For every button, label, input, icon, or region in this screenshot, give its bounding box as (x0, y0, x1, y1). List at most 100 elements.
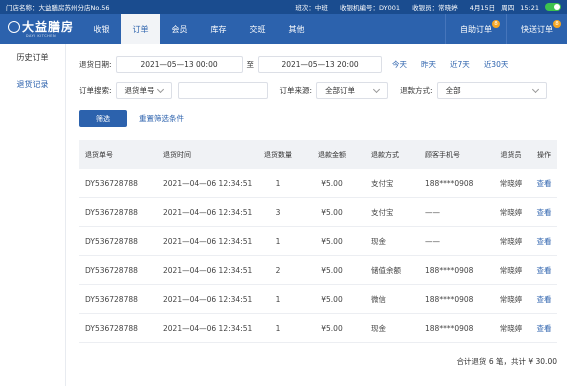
cell-quantity: 1 (275, 294, 281, 304)
self-order-badge: 8 (492, 20, 500, 28)
cell-return-time: 2021—04—06 12:34:51 (163, 323, 253, 333)
cell-phone: —— (425, 207, 440, 217)
start-date-input[interactable]: 2021—05—13 00:00 (115, 56, 243, 73)
cell-phone: 188****0908 (425, 178, 474, 188)
search-type-value: 退货单号 (124, 86, 155, 95)
cell-phone: 188****0908 (425, 265, 474, 275)
filter-button[interactable]: 筛选 (79, 110, 127, 127)
cell-operator: 常晓婷 (499, 207, 523, 217)
terminal-id: 收银机编号：DY001 (340, 4, 401, 12)
end-date-input[interactable]: 2021—05—13 20:00 (258, 56, 383, 73)
cell-view-link[interactable]: 查看 (531, 236, 557, 247)
quick-last-30-days[interactable]: 近30天 (484, 59, 509, 70)
cell-return-time: 2021—04—06 12:34:51 (163, 207, 253, 217)
header-return-time: 退货时间 (163, 150, 191, 159)
cell-operator: 常晓婷 (499, 294, 523, 304)
order-search-input[interactable] (177, 82, 268, 99)
online-toggle[interactable] (545, 3, 561, 11)
cell-amount: ¥5.00 (321, 294, 343, 304)
sidebar-item[interactable]: 退货记录 (0, 71, 65, 98)
weekday: 周四 (501, 4, 515, 12)
nav-tab[interactable]: 交班 (238, 14, 277, 44)
top-status-bar: 门店名称：大益膳房苏州分店No.56 班次：中班 收银机编号：DY001 收银员… (0, 0, 567, 14)
cell-view-link[interactable]: 查看 (531, 265, 557, 276)
shift-info: 班次：中班 收银机编号：DY001 收银员：常晓婷 4月15日 周四 15:21 (285, 2, 539, 12)
refund-method-value: 全部 (445, 86, 461, 95)
store-name: 门店名称：大益膳房苏州分店No.56 (6, 4, 110, 12)
chevron-down-icon (156, 85, 164, 93)
sidebar-item[interactable]: 历史订单 (0, 44, 65, 71)
returns-table: 退货单号 退货时间 退货数量 退款金额 退款方式 顾客手机号 退货员 操作 DY… (79, 140, 557, 343)
nav-tab[interactable]: 库存 (199, 14, 238, 44)
order-source-value: 全部订单 (325, 86, 356, 95)
header-method: 退款方式 (371, 150, 399, 159)
cell-return-no: DY536728788 (85, 236, 138, 246)
table-row: DY536728788 2021—04—06 12:34:51 1 ¥5.00 现金 ——… (79, 227, 557, 256)
shift: 班次：中班 (295, 4, 328, 12)
cell-return-no: DY536728788 (85, 178, 138, 188)
refund-method-label: 退款方式: (400, 86, 433, 95)
cell-return-time: 2021—04—06 12:34:51 (163, 236, 253, 246)
self-order-button[interactable]: 自助订单 8 (445, 14, 506, 44)
cell-view-link[interactable]: 查看 (531, 207, 557, 218)
cell-quantity: 1 (275, 236, 281, 246)
cell-amount: ¥5.00 (321, 178, 343, 188)
quick-yesterday[interactable]: 昨天 (421, 59, 436, 70)
table-row: DY536728788 2021—04—06 12:34:51 1 ¥5.00 支付宝 1… (79, 169, 557, 198)
date-range-separator: 至 (246, 60, 255, 69)
cell-method: 支付宝 (371, 178, 394, 188)
self-order-label: 自助订单 (460, 24, 492, 34)
logo-cn: 大益膳房 (21, 19, 74, 34)
delivery-order-button[interactable]: 快送订单 8 (506, 14, 567, 44)
chevron-down-icon (373, 85, 381, 93)
cell-amount: ¥5.00 (321, 207, 343, 217)
quick-today[interactable]: 今天 (392, 59, 407, 70)
cell-method: 支付宝 (371, 207, 394, 217)
quick-last-7-days[interactable]: 近7天 (450, 59, 470, 70)
cell-quantity: 2 (275, 265, 281, 275)
header-operator: 退货员 (500, 150, 522, 159)
header-amount: 退款金额 (318, 150, 346, 159)
table-row: DY536728788 2021—04—06 12:34:51 1 ¥5.00 微信 18… (79, 285, 557, 314)
order-source-label: 订单来源: (279, 86, 313, 95)
chevron-down-icon (531, 85, 539, 93)
returns-summary: 合计退货 6 笔，共计 ¥ 30.00 (456, 357, 557, 366)
table-row: DY536728788 2021—04—06 12:34:51 3 ¥5.00 支付宝 —… (79, 198, 557, 227)
order-source-select[interactable]: 全部订单 (316, 82, 389, 99)
reset-filters-link[interactable]: 重置筛选条件 (139, 110, 184, 127)
cell-operator: 常晓婷 (499, 178, 523, 188)
cell-return-no: DY536728788 (85, 294, 138, 304)
date: 4月15日 (469, 4, 496, 12)
cell-return-time: 2021—04—06 12:34:51 (163, 294, 253, 304)
cell-view-link[interactable]: 查看 (531, 294, 557, 305)
nav-tab[interactable]: 会员 (160, 14, 199, 44)
clock: 15:21 (520, 4, 539, 12)
cell-amount: ¥5.00 (321, 236, 343, 246)
cell-view-link[interactable]: 查看 (531, 323, 557, 334)
return-date-label: 退货日期: (79, 60, 112, 69)
cell-amount: ¥5.00 (321, 265, 343, 275)
cell-return-no: DY536728788 (85, 265, 138, 275)
brand-logo: 大益膳房 DAYI KITCHEN (0, 14, 82, 44)
delivery-order-badge: 8 (553, 20, 561, 28)
cell-return-no: DY536728788 (85, 207, 138, 217)
search-type-select[interactable]: 退货单号 (115, 82, 172, 99)
cell-quantity: 3 (275, 207, 281, 217)
table-header: 退货单号 退货时间 退货数量 退款金额 退款方式 顾客手机号 退货员 操作 (79, 140, 557, 169)
nav-tab[interactable]: 其他 (277, 14, 316, 44)
cashier-name: 收银员：常晓婷 (412, 4, 458, 12)
logo-en: DAYI KITCHEN (25, 33, 57, 38)
cell-view-link[interactable]: 查看 (531, 178, 557, 189)
delivery-order-label: 快送订单 (521, 24, 553, 34)
refund-method-select[interactable]: 全部 (436, 82, 547, 99)
cell-return-time: 2021—04—06 12:34:51 (163, 178, 253, 188)
cell-quantity: 1 (275, 178, 281, 188)
nav-tab[interactable]: 订单 (121, 14, 160, 44)
nav-tab[interactable]: 收银 (82, 14, 121, 44)
nav-tabs: 收银 订单 会员 库存 交班 其他 (82, 14, 316, 44)
cell-quantity: 1 (275, 323, 281, 333)
table-row: DY536728788 2021—04—06 12:34:51 1 ¥5.00 现金 18… (79, 314, 557, 343)
logo-mark-icon (7, 20, 20, 33)
header-return-no: 退货单号 (85, 150, 113, 159)
cell-phone: 188****0908 (425, 294, 474, 304)
